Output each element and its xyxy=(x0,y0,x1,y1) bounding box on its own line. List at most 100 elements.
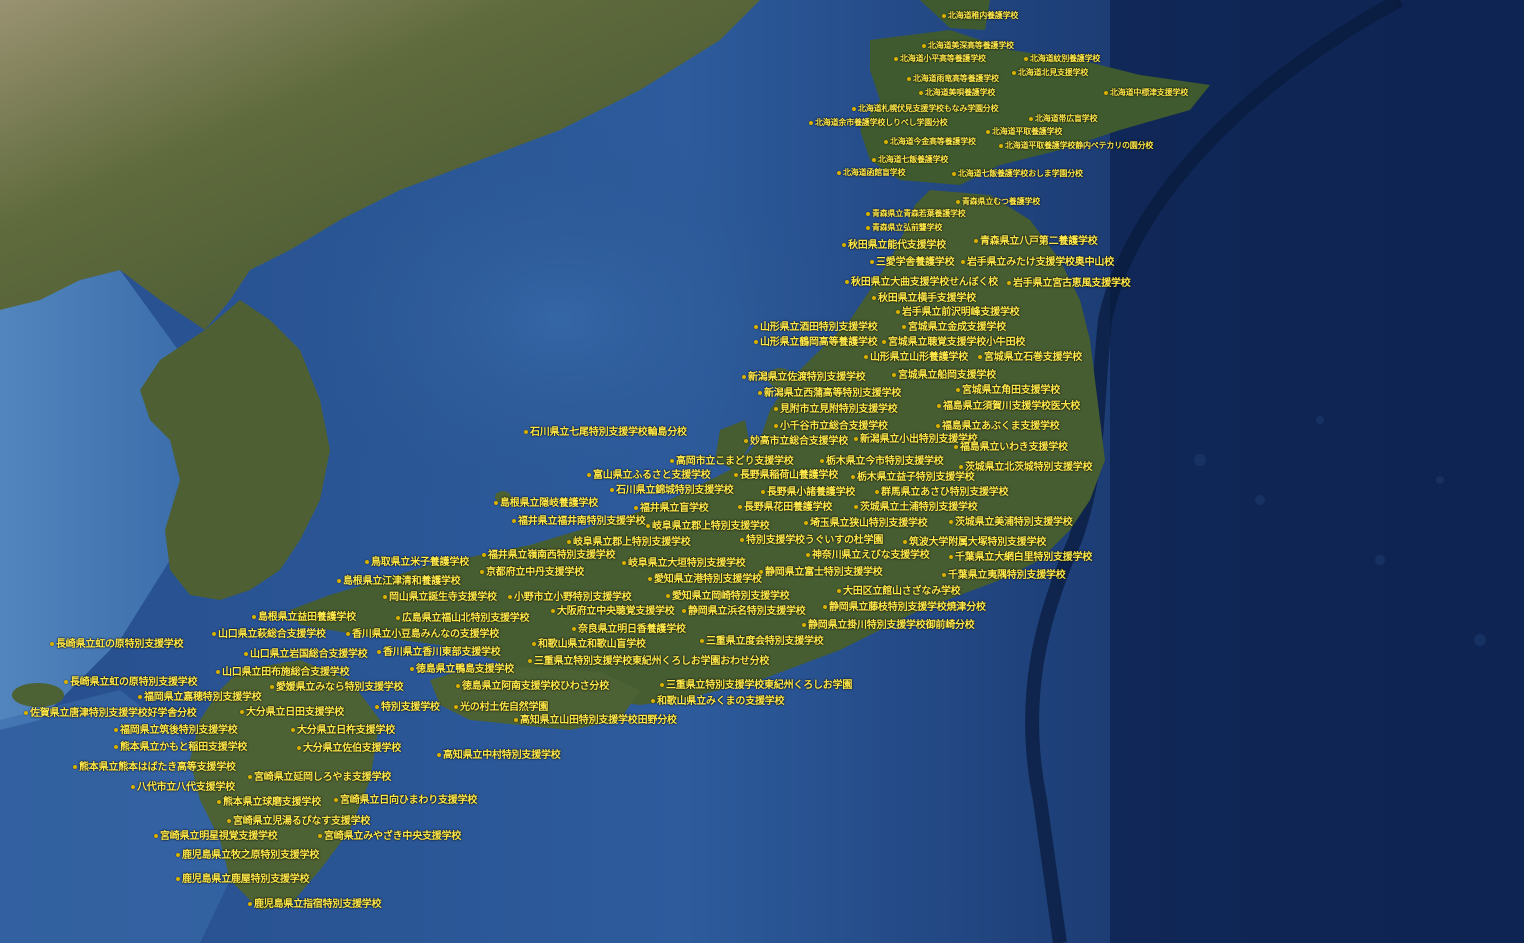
school-pin-icon[interactable] xyxy=(410,667,414,671)
school-pin-icon[interactable] xyxy=(532,642,536,646)
school-pin-icon[interactable] xyxy=(244,652,248,656)
school-pin-icon[interactable] xyxy=(837,171,841,175)
school-pin-icon[interactable] xyxy=(1007,281,1011,285)
school-label[interactable]: 山形県立山形養護学校 xyxy=(870,352,968,363)
school-pin-icon[interactable] xyxy=(854,505,858,509)
school-pin-icon[interactable] xyxy=(1024,57,1028,61)
school-pin-icon[interactable] xyxy=(809,121,813,125)
school-pin-icon[interactable] xyxy=(922,44,926,48)
school-pin-icon[interactable] xyxy=(956,200,960,204)
school-label[interactable]: 福島県立いわき支援学校 xyxy=(960,442,1068,453)
school-pin-icon[interactable] xyxy=(377,650,381,654)
school-pin-icon[interactable] xyxy=(437,753,441,757)
school-label[interactable]: 静岡県立掛川特別支援学校御前崎分校 xyxy=(808,620,975,631)
school-label[interactable]: 石川県立錦城特別支援学校 xyxy=(616,485,734,496)
school-pin-icon[interactable] xyxy=(842,243,846,247)
school-label[interactable]: 北海道函館盲学校 xyxy=(843,168,906,177)
school-pin-icon[interactable] xyxy=(248,902,252,906)
school-label[interactable]: 福井県立盲学校 xyxy=(640,503,709,514)
school-pin-icon[interactable] xyxy=(346,632,350,636)
school-pin-icon[interactable] xyxy=(227,819,231,823)
school-pin-icon[interactable] xyxy=(903,540,907,544)
school-pin-icon[interactable] xyxy=(974,239,978,243)
school-pin-icon[interactable] xyxy=(456,684,460,688)
school-pin-icon[interactable] xyxy=(866,212,870,216)
school-label[interactable]: 光の村土佐自然学園 xyxy=(460,702,548,713)
school-label[interactable]: 福岡県立筑後特別支援学校 xyxy=(120,725,238,736)
school-pin-icon[interactable] xyxy=(482,553,486,557)
school-pin-icon[interactable] xyxy=(216,670,220,674)
school-label[interactable]: 大田区立館山さざなみ学校 xyxy=(843,586,961,597)
school-pin-icon[interactable] xyxy=(875,490,879,494)
school-pin-icon[interactable] xyxy=(252,615,256,619)
school-pin-icon[interactable] xyxy=(961,260,965,264)
school-pin-icon[interactable] xyxy=(572,627,576,631)
school-pin-icon[interactable] xyxy=(894,57,898,61)
school-pin-icon[interactable] xyxy=(820,459,824,463)
school-label[interactable]: 北海道小平高等養護学校 xyxy=(900,54,986,63)
school-pin-icon[interactable] xyxy=(648,577,652,581)
school-label[interactable]: 福井県立福井南特別支援学校 xyxy=(518,516,646,527)
school-label[interactable]: 青森県立弘前聾学校 xyxy=(872,223,942,232)
school-label[interactable]: 岩手県立みたけ支援学校奥中山校 xyxy=(967,257,1114,268)
school-pin-icon[interactable] xyxy=(682,609,686,613)
school-label[interactable]: 熊本県立かもと稲田支援学校 xyxy=(120,742,247,753)
school-label[interactable]: 青森県立八戸第二養護学校 xyxy=(980,236,1098,247)
school-pin-icon[interactable] xyxy=(884,140,888,144)
school-label[interactable]: 茨城県立土浦特別支援学校 xyxy=(860,502,978,513)
school-pin-icon[interactable] xyxy=(508,595,512,599)
school-pin-icon[interactable] xyxy=(949,520,953,524)
school-pin-icon[interactable] xyxy=(902,325,906,329)
school-label[interactable]: 愛知県立港特別支援学校 xyxy=(654,574,762,585)
school-label[interactable]: 北海道美深高等養護学校 xyxy=(928,41,1014,50)
school-label[interactable]: 鹿児島県立牧之原特別支援学校 xyxy=(182,850,319,861)
school-label[interactable]: 山口県立岩国総合支援学校 xyxy=(250,649,368,660)
school-label[interactable]: 八代市立八代支援学校 xyxy=(137,782,235,793)
school-pin-icon[interactable] xyxy=(454,705,458,709)
school-label[interactable]: 北海道紋別養護学校 xyxy=(1030,54,1100,63)
school-pin-icon[interactable] xyxy=(334,798,338,802)
school-label[interactable]: 熊本県立球磨支援学校 xyxy=(223,797,321,808)
school-label[interactable]: 福岡県立嘉穂特別支援学校 xyxy=(144,692,262,703)
school-label[interactable]: 大阪府立中央聴覚支援学校 xyxy=(557,606,675,617)
school-label[interactable]: 北海道帯広盲学校 xyxy=(1035,114,1098,123)
school-pin-icon[interactable] xyxy=(954,445,958,449)
school-label[interactable]: 群馬県立あさひ特別支援学校 xyxy=(881,487,1009,498)
school-pin-icon[interactable] xyxy=(872,158,876,162)
school-label[interactable]: 三重県立特別支援学校東紀州くろしお学園 xyxy=(666,680,852,691)
school-label[interactable]: 山口県立田布施総合支援学校 xyxy=(222,667,350,678)
school-label[interactable]: 宮崎県立明星視覚支援学校 xyxy=(160,831,278,842)
school-pin-icon[interactable] xyxy=(494,501,498,505)
school-label[interactable]: 島根県立益田養護学校 xyxy=(258,612,356,623)
school-label[interactable]: 北海道美唄養護学校 xyxy=(925,88,995,97)
school-pin-icon[interactable] xyxy=(114,745,118,749)
school-pin-icon[interactable] xyxy=(337,579,341,583)
school-label[interactable]: 栃木県立益子特別支援学校 xyxy=(857,472,975,483)
school-label[interactable]: 特別支援学校 xyxy=(381,702,440,713)
school-pin-icon[interactable] xyxy=(240,710,244,714)
school-label[interactable]: 北海道七飯養護学校 xyxy=(878,155,948,164)
school-label[interactable]: 宮城県立石巻支援学校 xyxy=(984,352,1082,363)
school-label[interactable]: 北海道平取養護学校静内ペテカリの園分校 xyxy=(1005,141,1153,150)
school-label[interactable]: 山形県立鶴岡高等養護学校 xyxy=(760,337,878,348)
school-label[interactable]: 秋田県立横手支援学校 xyxy=(878,293,976,304)
school-pin-icon[interactable] xyxy=(956,388,960,392)
school-pin-icon[interactable] xyxy=(754,325,758,329)
school-pin-icon[interactable] xyxy=(660,683,664,687)
school-label[interactable]: 大分県立日田支援学校 xyxy=(246,707,344,718)
school-pin-icon[interactable] xyxy=(248,775,252,779)
school-label[interactable]: 岐阜県立郡上特別支援学校 xyxy=(573,537,691,548)
school-pin-icon[interactable] xyxy=(936,424,940,428)
school-pin-icon[interactable] xyxy=(50,642,54,646)
school-pin-icon[interactable] xyxy=(864,355,868,359)
school-pin-icon[interactable] xyxy=(892,373,896,377)
school-label[interactable]: 北海道札幌伏見支援学校もなみ学園分校 xyxy=(858,104,999,113)
school-label[interactable]: 三愛学舎養護学校 xyxy=(876,257,955,268)
school-label[interactable]: 愛媛県立みなら特別支援学校 xyxy=(276,682,404,693)
school-pin-icon[interactable] xyxy=(383,595,387,599)
school-pin-icon[interactable] xyxy=(512,519,516,523)
school-label[interactable]: 千葉県立大網白里特別支援学校 xyxy=(955,552,1092,563)
school-pin-icon[interactable] xyxy=(528,659,532,663)
school-pin-icon[interactable] xyxy=(212,632,216,636)
school-pin-icon[interactable] xyxy=(919,91,923,95)
